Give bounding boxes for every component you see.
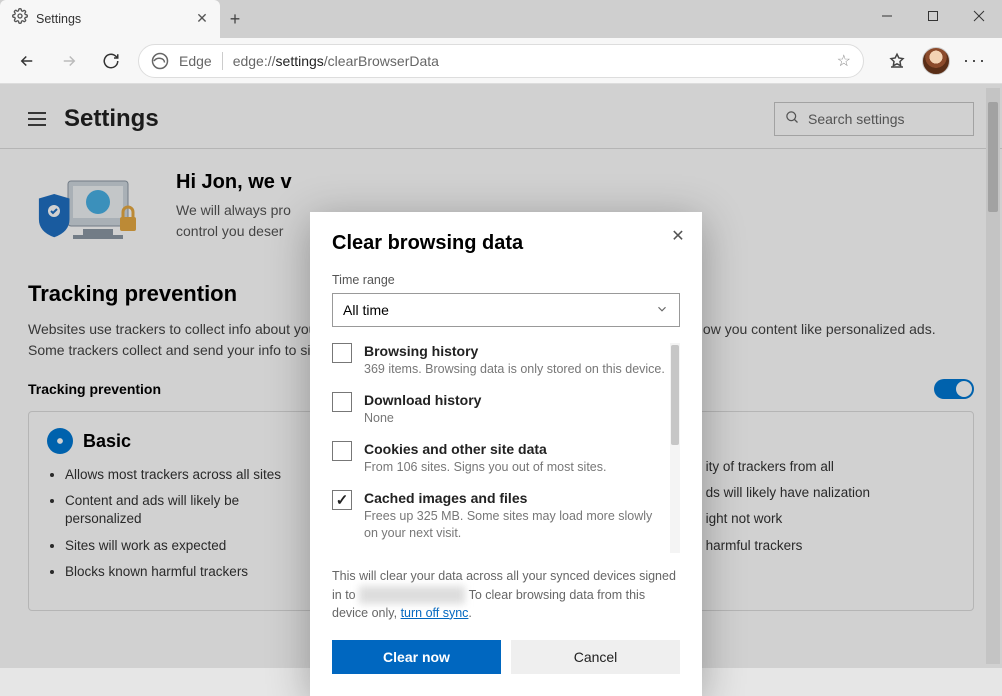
window-controls (864, 0, 1002, 32)
list-scrollbar-thumb[interactable] (671, 345, 679, 445)
browser-tab[interactable]: Settings ✕ (0, 0, 220, 38)
clear-now-button[interactable]: Clear now (332, 640, 501, 674)
address-bar[interactable]: Edge edge://settings/clearBrowserData ☆ (138, 44, 864, 78)
item-subtitle: None (364, 410, 481, 427)
item-title: Browsing history (364, 343, 665, 359)
profile-avatar[interactable] (922, 47, 950, 75)
checkbox-row-browsing-history[interactable]: Browsing history 369 items. Browsing dat… (332, 343, 668, 378)
close-window-button[interactable] (956, 0, 1002, 32)
content-area: Settings Search settings (0, 84, 1002, 668)
time-range-value: All time (343, 302, 389, 318)
window-titlebar: Settings ✕ + (0, 0, 1002, 38)
tab-title: Settings (36, 12, 186, 26)
sync-note: This will clear your data across all you… (332, 567, 680, 621)
minimize-button[interactable] (864, 0, 910, 32)
maximize-button[interactable] (910, 0, 956, 32)
turn-off-sync-link[interactable]: turn off sync (401, 606, 469, 620)
tab-close-button[interactable]: ✕ (194, 11, 210, 27)
clear-browsing-data-dialog: ✕ Clear browsing data Time range All tim… (310, 212, 702, 696)
new-tab-button[interactable]: + (220, 0, 250, 38)
item-subtitle: 369 items. Browsing data is only stored … (364, 361, 665, 378)
checkbox[interactable] (332, 490, 352, 510)
refresh-button[interactable] (92, 42, 130, 80)
back-button[interactable] (8, 42, 46, 80)
checkbox-row-download-history[interactable]: Download history None (332, 392, 668, 427)
forward-button[interactable] (50, 42, 88, 80)
cancel-button[interactable]: Cancel (511, 640, 680, 674)
checkbox[interactable] (332, 441, 352, 461)
more-menu-button[interactable]: ··· (956, 42, 994, 80)
item-title: Download history (364, 392, 481, 408)
time-range-label: Time range (332, 273, 680, 287)
dialog-title: Clear browsing data (332, 232, 680, 255)
checkbox-row-cached[interactable]: Cached images and files Frees up 325 MB.… (332, 490, 668, 542)
edge-logo-icon (151, 52, 169, 70)
gear-icon (12, 8, 28, 29)
checkbox-row-cookies[interactable]: Cookies and other site data From 106 sit… (332, 441, 668, 476)
dialog-close-button[interactable]: ✕ (668, 226, 688, 246)
checkbox[interactable] (332, 392, 352, 412)
item-subtitle: From 106 sites. Signs you out of most si… (364, 459, 606, 476)
chevron-down-icon (655, 302, 669, 319)
item-title: Cached images and files (364, 490, 668, 506)
favorites-button[interactable] (878, 42, 916, 80)
separator (222, 52, 223, 70)
favorite-star-icon[interactable]: ☆ (837, 51, 851, 71)
time-range-select[interactable]: All time (332, 293, 680, 327)
data-type-list: Browsing history 369 items. Browsing dat… (332, 343, 680, 555)
list-scrollbar[interactable] (670, 343, 680, 553)
edge-label: Edge (179, 53, 212, 69)
url-display: edge://settings/clearBrowserData (233, 53, 439, 69)
browser-toolbar: Edge edge://settings/clearBrowserData ☆ … (0, 38, 1002, 84)
item-title: Cookies and other site data (364, 441, 606, 457)
item-subtitle: Frees up 325 MB. Some sites may load mor… (364, 508, 668, 542)
checkbox[interactable] (332, 343, 352, 363)
